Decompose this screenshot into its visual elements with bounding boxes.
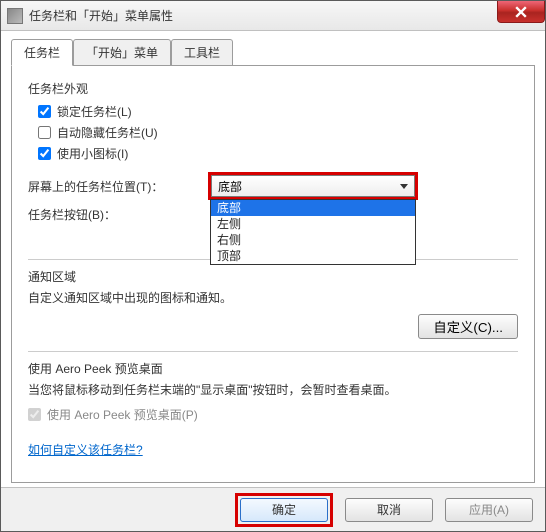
window-icon (7, 8, 23, 24)
titlebar: 任务栏和「开始」菜单属性 (1, 1, 545, 31)
row-auto-hide: 自动隐藏任务栏(U) (38, 124, 518, 141)
row-position: 屏幕上的任务栏位置(T)： 底部 底部 左侧 右侧 顶部 (28, 172, 518, 200)
divider-2 (28, 351, 518, 352)
group-appearance-title: 任务栏外观 (28, 80, 518, 97)
row-lock-taskbar: 锁定任务栏(L) (38, 103, 518, 120)
ok-button[interactable]: 确定 (240, 498, 328, 522)
tab-taskbar[interactable]: 任务栏 (11, 39, 73, 66)
button-bar: 确定 取消 应用(A) (1, 487, 545, 531)
section-aero: 使用 Aero Peek 预览桌面 当您将鼠标移动到任务栏末端的"显示桌面"按钮… (28, 360, 518, 423)
window-title: 任务栏和「开始」菜单属性 (29, 7, 173, 24)
dropdown-position-value: 底部 (218, 178, 242, 195)
label-taskbar-buttons: 任务栏按钮(B)： (28, 206, 208, 223)
close-icon (515, 6, 527, 18)
notification-title: 通知区域 (28, 268, 518, 285)
label-lock-taskbar: 锁定任务栏(L) (57, 103, 132, 120)
checkbox-auto-hide[interactable] (38, 126, 51, 139)
help-link[interactable]: 如何自定义该任务栏? (28, 441, 143, 458)
apply-button[interactable]: 应用(A) (445, 498, 533, 522)
aero-title: 使用 Aero Peek 预览桌面 (28, 360, 518, 377)
dropdown-position-closed[interactable]: 底部 (211, 175, 415, 197)
customize-button[interactable]: 自定义(C)... (418, 314, 518, 339)
row-small-icons: 使用小图标(I) (38, 145, 518, 162)
client-area: 任务栏 「开始」菜单 工具栏 任务栏外观 锁定任务栏(L) 自动隐藏任务栏(U)… (1, 31, 545, 487)
chevron-down-icon (400, 184, 408, 189)
label-auto-hide: 自动隐藏任务栏(U) (57, 124, 158, 141)
close-button[interactable] (497, 1, 545, 23)
checkbox-small-icons[interactable] (38, 147, 51, 160)
dropdown-option-top[interactable]: 顶部 (211, 248, 415, 264)
tab-body: 任务栏外观 锁定任务栏(L) 自动隐藏任务栏(U) 使用小图标(I) 屏幕上的任… (11, 65, 535, 483)
section-notification: 通知区域 自定义通知区域中出现的图标和通知。 自定义(C)... (28, 268, 518, 339)
dropdown-option-left[interactable]: 左侧 (211, 216, 415, 232)
label-aero-peek: 使用 Aero Peek 预览桌面(P) (47, 406, 198, 423)
dropdown-position[interactable]: 底部 底部 左侧 右侧 顶部 (208, 172, 418, 200)
label-small-icons: 使用小图标(I) (57, 145, 128, 162)
tab-strip: 任务栏 「开始」菜单 工具栏 (11, 39, 535, 65)
tab-toolbars[interactable]: 工具栏 (171, 39, 233, 65)
dropdown-option-right[interactable]: 右侧 (211, 232, 415, 248)
row-aero-checkbox: 使用 Aero Peek 预览桌面(P) (28, 406, 518, 423)
checkbox-lock-taskbar[interactable] (38, 105, 51, 118)
dropdown-position-list: 底部 左侧 右侧 顶部 (210, 199, 416, 265)
dropdown-option-bottom[interactable]: 底部 (211, 200, 415, 216)
notification-text: 自定义通知区域中出现的图标和通知。 (28, 289, 518, 306)
tab-start-menu[interactable]: 「开始」菜单 (73, 39, 171, 65)
ok-highlight: 确定 (235, 493, 333, 527)
aero-text: 当您将鼠标移动到任务栏末端的"显示桌面"按钮时，会暂时查看桌面。 (28, 381, 518, 398)
checkbox-aero-peek (28, 408, 41, 421)
label-position: 屏幕上的任务栏位置(T)： (28, 178, 208, 195)
dialog-window: 任务栏和「开始」菜单属性 任务栏 「开始」菜单 工具栏 任务栏外观 锁定任务栏(… (0, 0, 546, 532)
cancel-button[interactable]: 取消 (345, 498, 433, 522)
